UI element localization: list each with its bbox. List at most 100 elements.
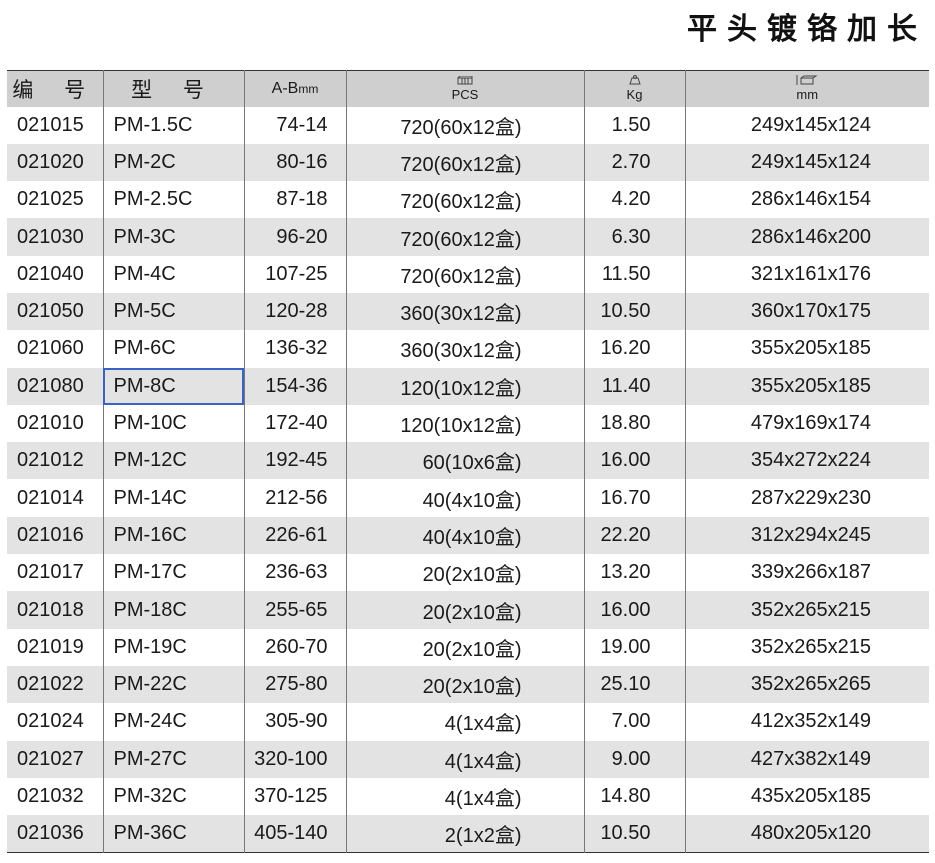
cell-pcs[interactable]: 40(4x10盒) <box>345 516 584 555</box>
cell-pcs[interactable]: 120(10x12盒) <box>345 367 584 405</box>
cell-dim[interactable]: 480x205x120 <box>684 815 929 853</box>
cell-dim[interactable]: 312x294x245 <box>684 516 929 555</box>
cell-kg[interactable]: 13.20 <box>583 554 685 592</box>
cell-model[interactable]: PM-1.5C <box>102 106 244 144</box>
cell-kg[interactable]: 18.80 <box>583 404 685 443</box>
cell-kg[interactable]: 7.00 <box>583 703 685 741</box>
cell-dim[interactable]: 352x265x265 <box>684 665 929 704</box>
cell-pcs[interactable]: 20(2x10盒) <box>345 591 584 629</box>
cell-model[interactable]: PM-32C <box>102 777 244 816</box>
cell-dim[interactable]: 249x145x124 <box>684 143 929 182</box>
table-row[interactable]: 021025 PM-2.5C 87-18 720(60x12盒) 4.20 286x146… <box>7 181 929 219</box>
cell-code[interactable]: 021012 <box>7 442 103 479</box>
cell-pcs[interactable]: 720(60x12盒) <box>345 143 584 182</box>
cell-dim[interactable]: 412x352x149 <box>684 703 929 741</box>
cell-kg[interactable]: 10.50 <box>583 292 685 331</box>
cell-ab[interactable]: 80-16 <box>243 143 346 182</box>
cell-kg[interactable]: 1.50 <box>583 106 685 144</box>
cell-kg[interactable]: 2.70 <box>583 143 685 182</box>
cell-code[interactable]: 021020 <box>7 144 103 181</box>
cell-model[interactable]: PM-5C <box>102 292 244 331</box>
table-row[interactable]: 021022 PM-22C 275-80 20(2x10盒) 25.10 352x265x… <box>7 665 929 704</box>
cell-ab[interactable]: 405-140 <box>243 815 346 853</box>
table-row[interactable]: 021014 PM-14C 212-56 40(4x10盒) 16.70 287x229x… <box>7 479 929 517</box>
cell-code[interactable]: 021016 <box>7 517 103 554</box>
cell-code[interactable]: 021036 <box>7 815 103 852</box>
cell-pcs[interactable]: 720(60x12盒) <box>345 255 584 293</box>
cell-kg[interactable]: 11.40 <box>583 367 685 405</box>
cell-ab[interactable]: 236-63 <box>243 554 346 592</box>
cell-ab[interactable]: 96-20 <box>243 218 346 256</box>
cell-kg[interactable]: 25.10 <box>583 665 685 704</box>
table-row[interactable]: 021019 PM-19C 260-70 20(2x10盒) 19.00 352x265x… <box>7 628 929 666</box>
table-row[interactable]: 021040 PM-4C 107-25 720(60x12盒) 11.50 321x161… <box>7 255 929 293</box>
cell-kg[interactable]: 4.20 <box>583 181 685 219</box>
cell-kg[interactable]: 16.70 <box>583 479 685 517</box>
cell-dim[interactable]: 286x146x154 <box>684 181 929 219</box>
cell-ab[interactable]: 192-45 <box>243 442 346 480</box>
table-row[interactable]: 021010 PM-10C 172-40 120(10x12盒) 18.80 479x16… <box>7 404 929 443</box>
cell-dim[interactable]: 355x205x185 <box>684 367 929 405</box>
cell-model[interactable]: PM-3C <box>102 218 244 256</box>
cell-code[interactable]: 021027 <box>7 741 103 778</box>
cell-pcs[interactable]: 4(1x4盒) <box>345 777 584 816</box>
cell-ab[interactable]: 120-28 <box>243 292 346 331</box>
cell-kg[interactable]: 14.80 <box>583 777 685 816</box>
cell-ab[interactable]: 260-70 <box>243 628 346 666</box>
cell-ab[interactable]: 226-61 <box>243 516 346 555</box>
table-row[interactable]: 021012 PM-12C 192-45 60(10x6盒) 16.00 354x272x… <box>7 442 929 480</box>
cell-code[interactable]: 021050 <box>7 293 103 330</box>
cell-code[interactable]: 021080 <box>7 368 103 405</box>
cell-ab[interactable]: 136-32 <box>243 330 346 368</box>
table-row[interactable]: 021050 PM-5C 120-28 360(30x12盒) 10.50 360x170… <box>7 292 929 331</box>
cell-code[interactable]: 021022 <box>7 666 103 703</box>
cell-dim[interactable]: 286x146x200 <box>684 218 929 256</box>
cell-code[interactable]: 021030 <box>7 218 103 255</box>
table-row[interactable]: 021024 PM-24C 305-90 4(1x4盒) 7.00 412x352x149 <box>7 703 929 741</box>
table-row[interactable]: 021080 PM-8C 154-36 120(10x12盒) 11.40 355x205… <box>7 367 929 405</box>
cell-code[interactable]: 021025 <box>7 181 103 218</box>
cell-pcs[interactable]: 360(30x12盒) <box>345 292 584 331</box>
table-row[interactable]: 021016 PM-16C 226-61 40(4x10盒) 22.20 312x294x… <box>7 516 929 555</box>
cell-code[interactable]: 021032 <box>7 778 103 815</box>
cell-model[interactable]: PM-2.5C <box>102 181 244 219</box>
cell-model[interactable]: PM-6C <box>102 330 244 368</box>
cell-code[interactable]: 021018 <box>7 591 103 628</box>
cell-pcs[interactable]: 720(60x12盒) <box>345 218 584 256</box>
cell-dim[interactable]: 287x229x230 <box>684 479 929 517</box>
cell-ab[interactable]: 320-100 <box>243 740 346 778</box>
cell-model[interactable]: PM-27C <box>102 740 244 778</box>
cell-kg[interactable]: 16.00 <box>583 442 685 480</box>
table-row[interactable]: 021017 PM-17C 236-63 20(2x10盒) 13.20 339x266x… <box>7 554 929 592</box>
cell-code[interactable]: 021017 <box>7 554 103 591</box>
cell-model[interactable]: PM-12C <box>102 442 244 480</box>
table-row[interactable]: 021015 PM-1.5C 74-14 720(60x12盒) 1.50 249x145… <box>7 106 929 144</box>
cell-ab[interactable]: 212-56 <box>243 479 346 517</box>
cell-model[interactable]: PM-4C <box>102 255 244 293</box>
cell-ab[interactable]: 370-125 <box>243 777 346 816</box>
cell-pcs[interactable]: 20(2x10盒) <box>345 628 584 666</box>
cell-model[interactable]: PM-16C <box>102 516 244 555</box>
cell-model[interactable]: PM-2C <box>102 143 244 182</box>
cell-pcs[interactable]: 20(2x10盒) <box>345 665 584 704</box>
table-row[interactable]: 021032 PM-32C 370-125 4(1x4盒) 14.80 435x205x1… <box>7 777 929 816</box>
cell-dim[interactable]: 339x266x187 <box>684 554 929 592</box>
cell-kg[interactable]: 22.20 <box>583 516 685 555</box>
cell-dim[interactable]: 321x161x176 <box>684 255 929 293</box>
cell-model[interactable]: PM-19C <box>102 628 244 666</box>
cell-kg[interactable]: 10.50 <box>583 815 685 853</box>
cell-model[interactable]: PM-10C <box>102 404 244 443</box>
table-row[interactable]: 021030 PM-3C 96-20 720(60x12盒) 6.30 286x146x2… <box>7 218 929 256</box>
cell-dim[interactable]: 435x205x185 <box>684 777 929 816</box>
cell-ab[interactable]: 172-40 <box>243 404 346 443</box>
table-row[interactable]: 021060 PM-6C 136-32 360(30x12盒) 16.20 355x205… <box>7 330 929 368</box>
cell-code[interactable]: 021019 <box>7 629 103 666</box>
cell-dim[interactable]: 352x265x215 <box>684 628 929 666</box>
cell-kg[interactable]: 9.00 <box>583 740 685 778</box>
cell-model[interactable]: PM-22C <box>102 665 244 704</box>
cell-pcs[interactable]: 4(1x4盒) <box>345 740 584 778</box>
cell-ab[interactable]: 154-36 <box>243 367 346 405</box>
cell-model[interactable]: PM-14C <box>102 479 244 517</box>
cell-model[interactable]: PM-36C <box>102 815 244 853</box>
cell-code[interactable]: 021014 <box>7 479 103 516</box>
